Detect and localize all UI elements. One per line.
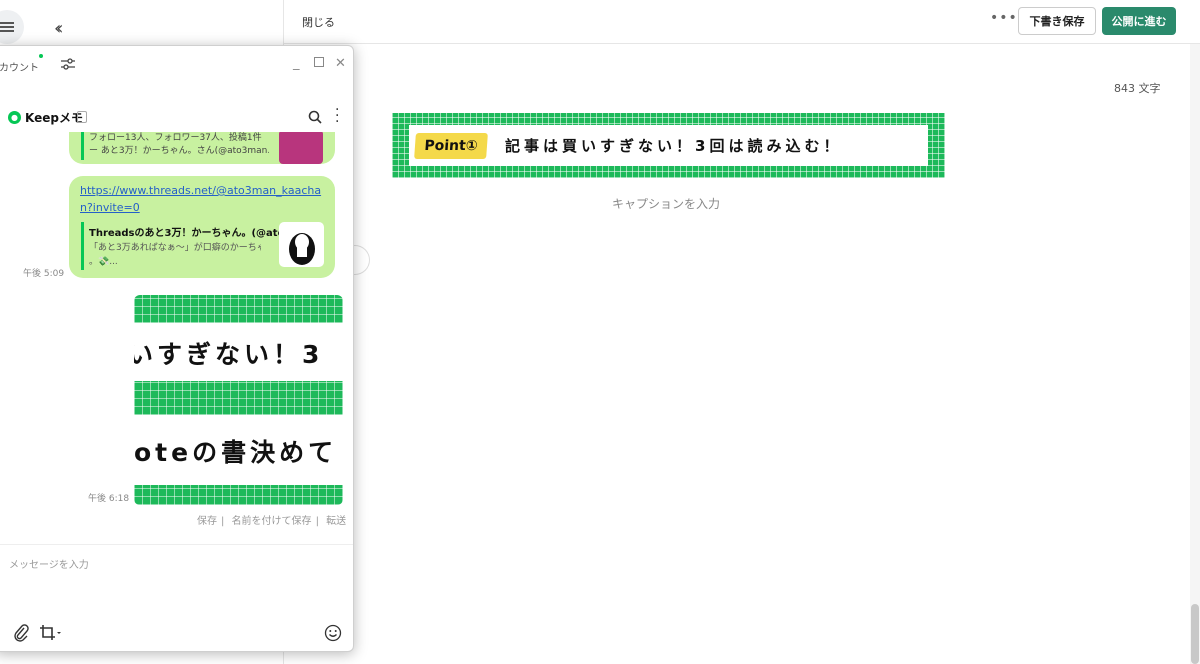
chat-titlebar: カウント _ ✕ — [0, 46, 353, 84]
message-bubble[interactable]: フォロー13人、フォロワー37人、投稿1件 ー あと3万！かーちゃん。さん(@a… — [69, 132, 335, 164]
avatar-illustration-icon — [288, 232, 315, 265]
image-stripe — [134, 381, 343, 415]
save-as-link[interactable]: 名前を付けて保存 — [232, 516, 312, 527]
image-text: oteの書決めて — [134, 438, 338, 467]
settings-sliders-icon[interactable] — [61, 58, 75, 70]
image-text: いすぎない！3 — [134, 340, 324, 369]
crop-screenshot-icon[interactable] — [39, 624, 61, 642]
caption-input[interactable]: キャプションを入力 — [612, 195, 720, 212]
forward-link[interactable]: 転送 — [326, 516, 346, 527]
publish-button[interactable]: 公開に進む — [1102, 7, 1176, 35]
divider — [0, 544, 353, 545]
banner-inner: Point① 記事は買いすぎない！3回は読み込む！ — [409, 125, 928, 166]
message-bubble[interactable]: https://www.threads.net/@ato3man_kaachan… — [69, 176, 335, 278]
char-count: 843 文字 — [1114, 82, 1161, 95]
message-list[interactable]: フォロー13人、フォロワー37人、投稿1件 ー あと3万！かーちゃん。さん(@a… — [0, 132, 353, 532]
online-status-dot — [39, 54, 43, 58]
image-stripe — [134, 295, 343, 323]
editor-topbar: 閉じる ••• 下書き保存 公開に進む — [284, 0, 1200, 44]
line-chat-window: カウント _ ✕ ● Keepメモ · · · フォロー13人、フォロワー37人、投… — [0, 45, 354, 652]
ogp-thumbnail[interactable] — [279, 222, 324, 267]
menu-icon[interactable] — [0, 10, 24, 44]
search-icon[interactable] — [308, 110, 322, 124]
ogp-title: Threadsのあと3万！かーちゃん。(@ato... — [89, 228, 296, 239]
ogp-accent-line — [81, 132, 84, 160]
timestamp: 午後 5:09 — [23, 269, 65, 279]
save-draft-button[interactable]: 下書き保存 — [1018, 7, 1096, 35]
timestamp: 午後 6:18 — [88, 494, 130, 504]
ogp-text: ー あと3万！かーちゃん。さん(@ato3man... — [89, 146, 269, 156]
ogp-text: フォロー13人、フォロワー37人、投稿1件 — [89, 133, 262, 143]
save-link[interactable]: 保存 — [197, 516, 217, 527]
keep-icon: ● — [8, 111, 21, 124]
paperclip-icon[interactable] — [13, 624, 29, 642]
heading-banner-image[interactable]: Point① 記事は買いすぎない！3回は読み込む！ — [392, 113, 945, 178]
image-message[interactable]: いすぎない！3 oteの書決めて — [134, 295, 343, 505]
threads-link[interactable]: https://www.threads.net/@ato3man_kaachan… — [80, 182, 326, 216]
scrollbar-thumb[interactable] — [1191, 604, 1199, 664]
image-actions: 保存 | 名前を付けて保存 | 転送 — [197, 516, 347, 527]
chat-title: Keepメモ — [25, 111, 83, 125]
banner-text: 記事は買いすぎない！3回は読み込む！ — [505, 137, 843, 155]
message-input[interactable]: メッセージを入力 — [9, 556, 89, 571]
close-button[interactable]: 閉じる — [302, 14, 335, 30]
point-badge: Point① — [414, 132, 488, 159]
emoji-icon[interactable] — [324, 624, 342, 642]
chat-header: ● Keepメモ · · · — [0, 103, 353, 132]
ogp-thumbnail[interactable] — [279, 132, 323, 164]
minimize-icon[interactable]: _ — [293, 56, 300, 71]
ellipsis-icon[interactable]: ••• — [990, 10, 1018, 26]
maximize-icon[interactable] — [314, 57, 324, 67]
ogp-accent-line — [81, 222, 84, 270]
close-icon[interactable]: ✕ — [335, 56, 346, 71]
image-stripe — [134, 485, 343, 505]
scrollbar-track[interactable] — [1190, 44, 1200, 664]
account-label: カウント — [0, 63, 39, 74]
kebab-menu-icon[interactable]: · · · — [335, 103, 339, 129]
copy-icon[interactable] — [77, 111, 87, 123]
ogp-desc: 「あと3万あればなぁ〜」が口癖のかーちゃん 。💸... — [89, 243, 261, 267]
collapse-chevrons-icon[interactable]: ‹‹ — [54, 18, 64, 39]
